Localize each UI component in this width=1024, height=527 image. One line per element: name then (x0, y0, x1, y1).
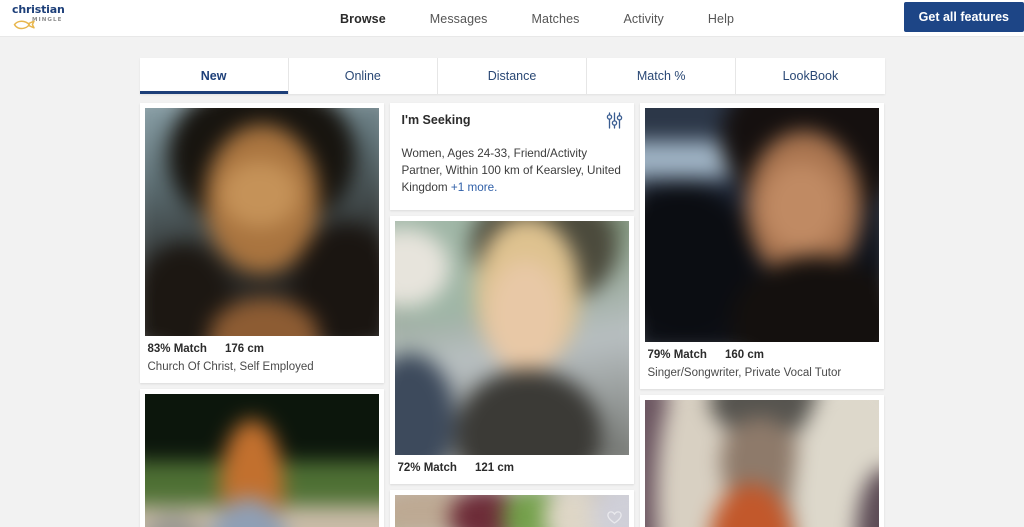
match-percent: 79% Match (647, 349, 707, 361)
profile-height: 176 cm (224, 343, 264, 355)
seeking-panel: I'm Seeking Women, Ages 24-33, Friend/Ac… (389, 103, 634, 210)
profile-photo-image (644, 400, 879, 527)
nav-item-matches[interactable]: Matches (532, 12, 580, 26)
profile-stats: 83% Match 176 cm (148, 343, 376, 355)
site-logo[interactable]: christian MINGLE (12, 4, 74, 32)
profile-card[interactable]: 72% Match 121 cm (389, 216, 634, 484)
nav-item-browse[interactable]: Browse (340, 12, 386, 26)
tab-new[interactable]: New (139, 58, 289, 94)
profile-grid: 83% Match 176 cm Church Of Christ, Self E… (139, 103, 885, 527)
tabs-container: New Online Distance Match % LookBook (0, 37, 1024, 94)
profile-card[interactable]: 79% Match 160 cm Singer/Songwriter, Priva… (639, 103, 884, 389)
profile-photo-image (644, 108, 879, 342)
seeking-criteria: Women, Ages 24-33, Friend/Activity Partn… (402, 145, 622, 196)
profile-photo-image (144, 108, 379, 336)
profile-photo[interactable] (644, 400, 879, 527)
profile-photo[interactable] (394, 221, 629, 455)
profile-photo[interactable] (644, 108, 879, 342)
profile-card[interactable] (389, 490, 634, 527)
tab-match-percent[interactable]: Match % (587, 58, 737, 94)
logo-primary-text: christian (12, 3, 65, 16)
grid-column-middle: I'm Seeking Women, Ages 24-33, Friend/Ac… (389, 103, 634, 527)
profile-photo-image (394, 221, 629, 455)
grid-column-left: 83% Match 176 cm Church Of Christ, Self E… (139, 103, 384, 527)
logo-secondary-text: MINGLE (32, 17, 63, 23)
profile-photo[interactable] (394, 495, 629, 527)
profile-details: Singer/Songwriter, Private Vocal Tutor (647, 367, 842, 379)
seeking-more-link[interactable]: +1 more. (451, 181, 497, 194)
profile-card[interactable] (639, 395, 884, 527)
nav-item-messages[interactable]: Messages (430, 12, 488, 26)
profile-meta: 83% Match 176 cm Church Of Christ, Self E… (140, 336, 384, 383)
tab-lookbook[interactable]: LookBook (736, 58, 885, 94)
fish-icon (13, 17, 35, 35)
browse-tabs: New Online Distance Match % LookBook (139, 58, 885, 94)
sliders-icon[interactable] (606, 112, 623, 134)
grid-column-right: 79% Match 160 cm Singer/Songwriter, Priva… (639, 103, 884, 527)
nav-item-activity[interactable]: Activity (624, 12, 664, 26)
match-percent: 72% Match (397, 462, 457, 474)
profile-photo[interactable] (144, 394, 379, 527)
profile-stats: 72% Match 121 cm (398, 462, 626, 474)
tab-online[interactable]: Online (288, 58, 438, 94)
get-all-features-button[interactable]: Get all features (903, 2, 1024, 32)
profile-stats: 79% Match 160 cm (648, 349, 876, 361)
profile-height: 160 cm (724, 349, 764, 361)
site-header: christian MINGLE Browse Messages Matches… (0, 0, 1024, 37)
heart-icon[interactable] (606, 511, 622, 527)
profile-photo[interactable] (144, 108, 379, 336)
profile-meta: 72% Match 121 cm (390, 455, 634, 484)
tab-distance[interactable]: Distance (437, 58, 588, 94)
main-navigation: Browse Messages Matches Activity Help (340, 0, 734, 37)
seeking-criteria-text: Women, Ages 24-33, Friend/Activity Partn… (401, 147, 621, 194)
match-percent: 83% Match (147, 343, 207, 355)
profile-photo-image (144, 394, 379, 527)
profile-card[interactable] (139, 389, 384, 527)
seeking-title: I'm Seeking (401, 113, 471, 127)
profile-meta: 79% Match 160 cm Singer/Songwriter, Priva… (640, 342, 884, 389)
profile-details: Church Of Christ, Self Employed (147, 361, 314, 373)
profile-card[interactable]: 83% Match 176 cm Church Of Christ, Self E… (139, 103, 384, 383)
profile-height: 121 cm (474, 462, 514, 474)
profile-photo-image (394, 495, 629, 527)
nav-item-help[interactable]: Help (708, 12, 734, 26)
